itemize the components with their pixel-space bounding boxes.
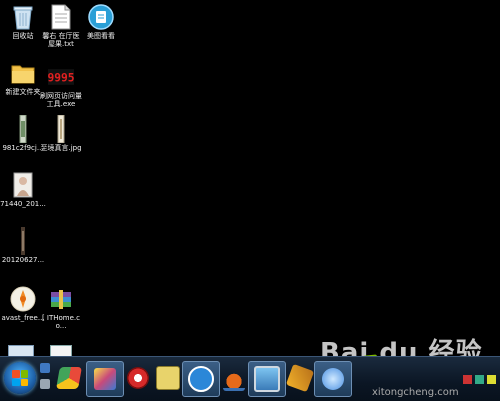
desktop: 回收站 新建文件夹 981c2f9cj... 71440_201... 2012… bbox=[0, 0, 500, 401]
sogou-icon bbox=[188, 366, 214, 392]
image-thumbnail-icon bbox=[10, 227, 36, 255]
notes-icon bbox=[156, 366, 180, 390]
taskbar: xitongcheng.com bbox=[0, 356, 500, 401]
desktop-icon-label: 至境真言.jpg bbox=[40, 144, 82, 152]
desktop-icon-label: [ ITHome.co... bbox=[41, 314, 81, 330]
taskbar-app-tools[interactable] bbox=[282, 361, 318, 395]
tools-icon bbox=[285, 363, 315, 393]
start-button[interactable] bbox=[4, 362, 36, 394]
desktop-icon-label: 美图看看 bbox=[87, 32, 115, 40]
avast-icon bbox=[10, 286, 36, 312]
windows-flag-icon bbox=[12, 370, 28, 386]
taskbar-app-computer[interactable] bbox=[248, 361, 286, 397]
desktop-icon-label: 20120627... bbox=[1, 256, 45, 264]
tray-icon[interactable] bbox=[463, 375, 472, 384]
tray-icon[interactable] bbox=[487, 375, 496, 384]
desktop-icon-image-viewer[interactable]: 美图看看 bbox=[78, 4, 124, 40]
desktop-icon-image-zhijing[interactable]: 至境真言.jpg bbox=[38, 115, 84, 152]
small-tray-left-icon[interactable] bbox=[40, 379, 50, 389]
image-thumbnail-icon bbox=[10, 115, 36, 143]
desktop-icon-image-71440[interactable]: 71440_201... bbox=[0, 172, 46, 208]
taskbar-app-browser[interactable] bbox=[314, 361, 352, 397]
taskbar-app-paint[interactable] bbox=[86, 361, 124, 397]
paint-icon bbox=[94, 368, 116, 390]
image-thumbnail-icon bbox=[48, 115, 74, 143]
small-tray-left-icon[interactable] bbox=[40, 363, 50, 373]
browser-icon bbox=[322, 368, 344, 390]
recycle-bin-icon bbox=[10, 4, 36, 30]
archive-icon bbox=[48, 286, 74, 312]
desktop-icon-exe[interactable]: 9995 刷网页访问量 工具.exe bbox=[38, 64, 84, 108]
desktop-icon-label: 刷网页访问量 工具.exe bbox=[40, 92, 82, 108]
computer-icon bbox=[254, 366, 280, 392]
site-watermark: xitongcheng.com bbox=[372, 387, 459, 398]
chrome-like-icon[interactable] bbox=[56, 367, 82, 389]
exe-app-icon: 9995 bbox=[48, 64, 74, 90]
desktop-icon-ithome[interactable]: [ ITHome.co... bbox=[38, 286, 84, 330]
system-tray bbox=[463, 375, 496, 384]
tray-icon[interactable] bbox=[475, 375, 484, 384]
taskbar-app-sogou[interactable] bbox=[182, 361, 220, 397]
media-player-icon bbox=[127, 367, 149, 389]
taskbar-app-java[interactable] bbox=[216, 361, 252, 395]
image-viewer-icon bbox=[88, 4, 114, 30]
java-icon bbox=[223, 365, 245, 391]
folder-icon bbox=[10, 60, 36, 86]
photo-thumbnail-icon bbox=[10, 172, 36, 198]
text-file-icon bbox=[48, 4, 74, 30]
svg-text:9995: 9995 bbox=[48, 71, 74, 84]
desktop-icon-label: 71440_201... bbox=[0, 200, 46, 208]
taskbar-app-notes[interactable] bbox=[150, 361, 186, 395]
desktop-icon-image-20120627[interactable]: 20120627... bbox=[0, 227, 46, 264]
